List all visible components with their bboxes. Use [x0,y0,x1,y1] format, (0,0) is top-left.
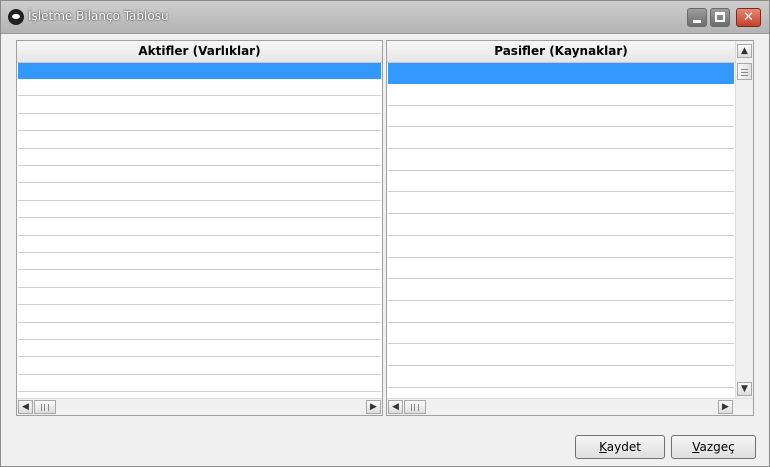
table-row[interactable] [18,253,381,271]
assets-horizontal-scrollbar[interactable]: ◀ ▶ [17,398,382,415]
table-row[interactable] [18,79,381,97]
table-row[interactable] [388,84,734,106]
table-row[interactable] [18,114,381,132]
liabilities-column-header[interactable]: Pasifler (Kaynaklar) [387,41,735,63]
table-row[interactable] [18,305,381,323]
table-row[interactable] [388,258,734,280]
app-logo-icon [8,9,24,25]
table-row[interactable] [388,149,734,171]
table-row[interactable] [18,201,381,219]
table-row[interactable] [18,183,381,201]
table-row[interactable] [18,270,381,288]
scroll-up-button[interactable]: ▲ [737,44,752,58]
table-row[interactable] [388,127,734,150]
save-button[interactable]: Kaydet [575,435,665,459]
arrow-right-icon: ▶ [370,402,377,412]
horizontal-scroll-thumb[interactable] [34,400,56,414]
table-row[interactable] [388,106,734,128]
cancel-button-accesskey: V [692,440,700,454]
table-row[interactable] [18,375,381,393]
table-row[interactable] [388,323,734,345]
table-row[interactable] [388,236,734,258]
scroll-down-button[interactable]: ▼ [737,382,752,396]
save-button-accesskey: K [599,440,607,454]
table-row[interactable] [18,288,381,306]
table-row[interactable] [388,366,734,388]
table-row[interactable] [18,323,381,340]
table-row[interactable] [18,236,381,253]
minimize-icon [693,20,701,23]
table-row[interactable] [18,218,381,236]
scroll-left-button[interactable]: ◀ [18,400,33,414]
table-row[interactable] [388,171,734,193]
scroll-right-button[interactable]: ▶ [366,400,381,414]
grip-icon [741,69,748,76]
horizontal-scroll-thumb[interactable] [404,400,426,414]
vertical-scroll-thumb[interactable] [737,63,752,80]
close-button[interactable]: ✕ [736,8,761,27]
liabilities-grid[interactable]: Pasifler (Kaynaklar) ▲ ▼ ◀ ▶ [386,40,754,416]
table-row[interactable] [388,301,734,323]
table-row[interactable] [18,340,381,358]
close-icon: ✕ [743,10,754,25]
table-row[interactable] [18,63,381,79]
table-row[interactable] [18,166,381,184]
table-row[interactable] [388,214,734,236]
title-bar[interactable]: İşletme Bilanço Tablosu ✕ [1,1,769,34]
cancel-button-label: azgeç [699,440,735,454]
table-row[interactable] [18,357,381,375]
table-row[interactable] [18,96,381,114]
arrow-down-icon: ▼ [741,384,748,394]
table-row[interactable] [18,149,381,166]
save-button-label: aydet [606,440,641,454]
table-row[interactable] [388,63,734,84]
minimize-button[interactable] [687,8,707,27]
arrow-up-icon: ▲ [741,46,748,56]
table-row[interactable] [388,193,734,215]
table-row[interactable] [388,279,734,301]
scroll-right-button[interactable]: ▶ [718,400,733,414]
window-title: İşletme Bilanço Tablosu [28,9,169,23]
liabilities-vertical-scrollbar[interactable]: ▲ ▼ [735,41,753,398]
scroll-left-button[interactable]: ◀ [388,400,403,414]
arrow-right-icon: ▶ [722,402,729,412]
assets-column-header[interactable]: Aktifler (Varlıklar) [17,41,382,63]
bilanco-window: İşletme Bilanço Tablosu ✕ Aktifler (Varl… [0,0,770,467]
cancel-button[interactable]: Vazgeç [671,435,756,459]
table-row[interactable] [388,344,734,367]
grip-icon [41,404,49,411]
table-row[interactable] [18,131,381,149]
liabilities-horizontal-scrollbar[interactable]: ◀ ▶ [387,398,753,415]
arrow-left-icon: ◀ [22,402,29,412]
maximize-button[interactable] [710,8,730,27]
grip-icon [411,404,419,411]
arrow-left-icon: ◀ [392,402,399,412]
maximize-icon [715,12,725,22]
assets-grid[interactable]: Aktifler (Varlıklar) ◀ ▶ [16,40,383,416]
